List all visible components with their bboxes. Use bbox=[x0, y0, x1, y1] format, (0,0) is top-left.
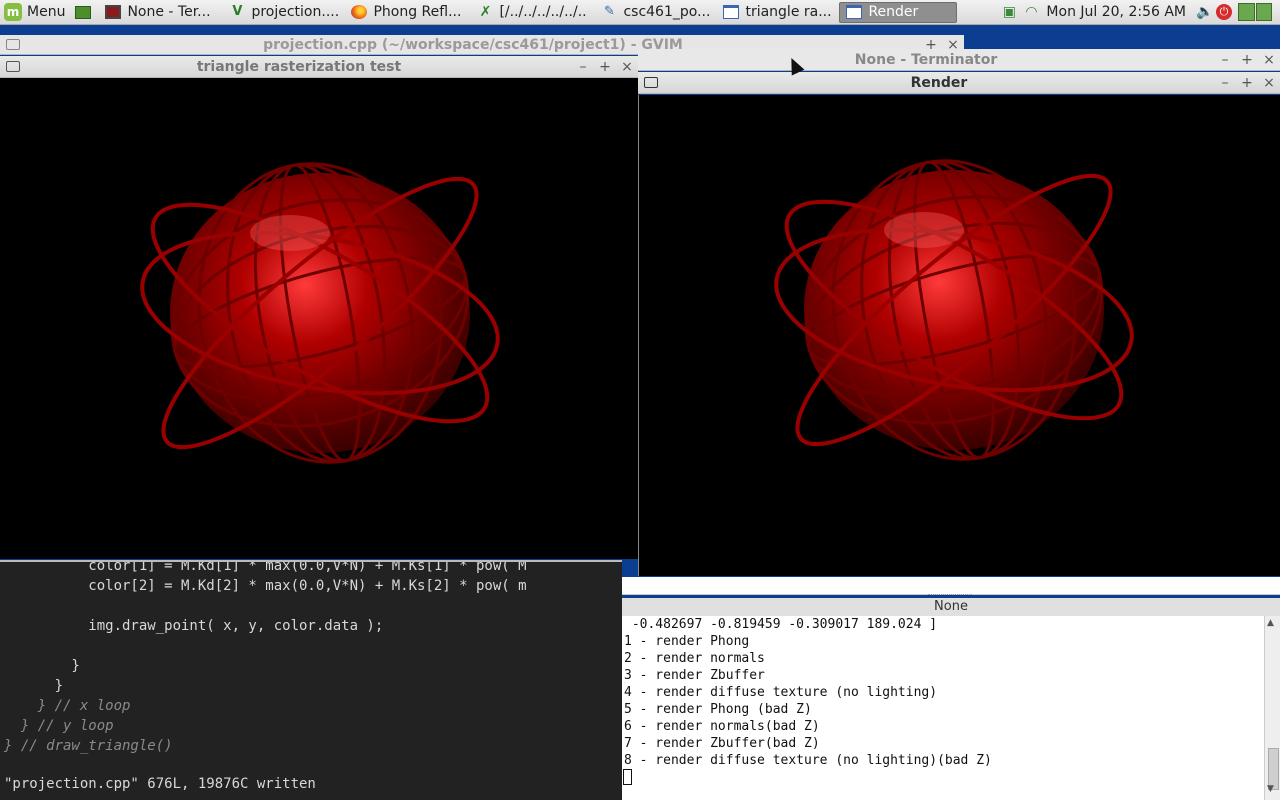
vim-status-message: "projection.cpp" 676L, 19876C written bbox=[4, 776, 316, 792]
taskbar-item-label: csc461_po... bbox=[623, 4, 711, 20]
terminal-line: 7 - render Zbuffer(bad Z) bbox=[624, 736, 820, 751]
taskbar-item-label: Render bbox=[868, 4, 919, 20]
power-icon[interactable]: ⏻ bbox=[1216, 4, 1232, 20]
terminal-line: -0.482697 -0.819459 -0.309017 189.024 ] bbox=[624, 617, 938, 632]
linux-mint-icon: m bbox=[4, 3, 22, 21]
triangle-window-title: triangle rasterization test bbox=[196, 58, 402, 75]
window-icon bbox=[644, 77, 658, 88]
taskbar-item-label: Phong Refl... bbox=[373, 4, 462, 20]
taskbar-item-firefox[interactable]: Phong Refl... bbox=[345, 2, 467, 23]
taskbar-item-gvim[interactable]: V projection.... bbox=[223, 2, 341, 23]
code-line: } // draw_triangle() bbox=[4, 738, 173, 754]
menu-button[interactable]: m Menu bbox=[0, 0, 69, 25]
terminal-line: 2 - render normals bbox=[624, 651, 765, 666]
top-panel: m Menu None - Ter... V projection.... Ph… bbox=[0, 0, 1280, 25]
terminal-line: 4 - render diffuse texture (no lighting) bbox=[624, 685, 938, 700]
wifi-icon[interactable]: ◠ bbox=[1022, 3, 1040, 21]
volume-icon[interactable]: 🔈 bbox=[1196, 3, 1214, 21]
minimize-button[interactable]: – bbox=[1214, 52, 1236, 68]
minimize-button[interactable]: – bbox=[572, 59, 594, 75]
gvim-icon bbox=[6, 39, 20, 50]
render-window-title: Render bbox=[910, 74, 968, 91]
gvim-editor[interactable]: color[1] = M.Kd[1] * max(0.0,V*N) + M.Ks… bbox=[0, 560, 622, 800]
terminal-line: 1 - render Phong bbox=[624, 634, 750, 649]
taskbar-item-document[interactable]: ✎ csc461_po... bbox=[595, 2, 713, 23]
document-icon: ✎ bbox=[604, 4, 615, 19]
rendered-model bbox=[774, 159, 1134, 461]
terminal-output[interactable]: -0.482697 -0.819459 -0.309017 189.024 ] … bbox=[622, 616, 1264, 800]
render-window-titlebar[interactable]: Render – + × bbox=[638, 72, 1280, 94]
terminal-line: 8 - render diffuse texture (no lighting)… bbox=[624, 753, 992, 768]
workspace-1[interactable] bbox=[1238, 3, 1255, 21]
taskbar-item-label: None - Ter... bbox=[127, 4, 211, 20]
terminal-pane-title: None bbox=[622, 598, 1280, 616]
firefox-icon bbox=[351, 5, 368, 19]
window-icon bbox=[723, 5, 740, 19]
maximize-button[interactable]: + bbox=[1236, 75, 1258, 91]
close-button[interactable]: × bbox=[1258, 52, 1280, 68]
close-button[interactable]: × bbox=[1258, 75, 1280, 91]
terminal-top-pane[interactable] bbox=[622, 577, 1280, 595]
scroll-down-icon[interactable]: ▼ bbox=[1267, 784, 1274, 794]
taskbar-item-terminator[interactable]: None - Ter... bbox=[99, 2, 219, 23]
workspace-switcher[interactable] bbox=[1238, 3, 1272, 21]
taskbar-item-render[interactable]: Render bbox=[839, 1, 958, 23]
code-line: } // x loop bbox=[4, 698, 131, 714]
gvim-icon: V bbox=[232, 4, 243, 19]
terminal-icon bbox=[105, 5, 122, 19]
taskbar-item-tools[interactable]: ✗ [/../../../../../.. bbox=[471, 2, 591, 23]
taskbar-item-label: projection.... bbox=[251, 4, 340, 20]
clock[interactable]: Mon Jul 20, 2:56 AM bbox=[1046, 4, 1186, 20]
taskbar-item-label: [/../../../../../.. bbox=[499, 4, 587, 20]
terminal-cursor bbox=[623, 769, 632, 785]
triangle-window-titlebar[interactable]: triangle rasterization test – + × bbox=[0, 56, 638, 78]
terminator-titlebar[interactable]: None - Terminator – + × bbox=[638, 49, 1280, 71]
terminal-line: 5 - render Phong (bad Z) bbox=[624, 702, 812, 717]
terminator-title: None - Terminator bbox=[854, 51, 998, 68]
code-line: } // y loop bbox=[4, 718, 114, 734]
triangle-render-canvas[interactable] bbox=[0, 78, 638, 559]
terminal-line: 3 - render Zbuffer bbox=[624, 668, 765, 683]
code-line: } bbox=[4, 678, 64, 694]
window-icon bbox=[846, 5, 863, 19]
tools-icon: ✗ bbox=[479, 4, 492, 20]
terminal-scrollbar[interactable]: ▲ ▼ bbox=[1264, 616, 1280, 800]
terminal-line: 6 - render normals(bad Z) bbox=[624, 719, 820, 734]
taskbar-item-triangle[interactable]: triangle ra... bbox=[717, 2, 835, 23]
maximize-button[interactable]: + bbox=[1236, 52, 1258, 68]
minimize-button[interactable]: – bbox=[1214, 75, 1236, 91]
scroll-up-icon[interactable]: ▲ bbox=[1267, 618, 1274, 628]
rendered-model bbox=[140, 162, 500, 464]
taskbar-item-label: triangle ra... bbox=[745, 4, 832, 20]
show-desktop-icon[interactable] bbox=[75, 5, 92, 19]
window-icon bbox=[6, 61, 20, 72]
menu-label: Menu bbox=[27, 4, 66, 20]
system-tray: ▣ ◠ Mon Jul 20, 2:56 AM 🔈 ⏻ bbox=[998, 0, 1280, 25]
code-line: } bbox=[4, 658, 80, 674]
update-manager-icon[interactable]: ▣ bbox=[1000, 3, 1018, 21]
code-line: color[1] = M.Kd[1] * max(0.0,V*N) + M.Ks… bbox=[4, 560, 527, 574]
code-line: color[2] = M.Kd[2] * max(0.0,V*N) + M.Ks… bbox=[4, 578, 527, 594]
render-canvas[interactable] bbox=[638, 95, 1280, 576]
maximize-button[interactable]: + bbox=[594, 59, 616, 75]
workspace-2[interactable] bbox=[1255, 3, 1272, 21]
code-line: img.draw_point( x, y, color.data ); bbox=[4, 618, 384, 634]
close-button[interactable]: × bbox=[616, 59, 638, 75]
